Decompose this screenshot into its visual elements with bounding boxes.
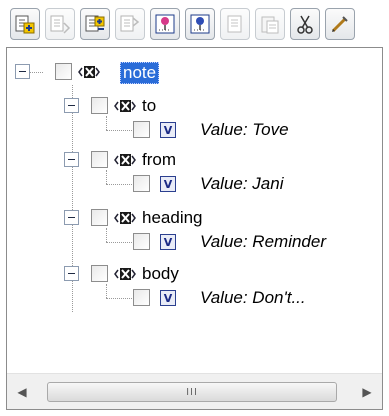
body-checkbox[interactable] [91, 265, 108, 282]
add-cdata-icon [190, 14, 210, 34]
tree-connector [106, 298, 132, 299]
from-checkbox[interactable] [91, 151, 108, 168]
value-label-body[interactable]: Value: Don't... [200, 288, 306, 308]
insert-element-icon [85, 15, 105, 32]
xml-tree-panel: note to V Value: Tove from V Value: Jani… [6, 47, 383, 410]
to-value-checkbox[interactable] [133, 121, 150, 138]
element-icon [78, 65, 100, 79]
add-text-value-icon [155, 14, 175, 34]
scroll-right-button[interactable]: ▶ [352, 374, 382, 409]
collapse-from-toggle[interactable] [64, 152, 79, 167]
tree-connector [106, 170, 107, 184]
value-label-to[interactable]: Value: Tove [200, 120, 289, 140]
clear-icon [331, 16, 348, 33]
tree-connector [106, 284, 107, 298]
heading-checkbox[interactable] [91, 209, 108, 226]
collapse-heading-toggle[interactable] [64, 210, 79, 225]
cut-button[interactable] [290, 8, 320, 40]
value-label-from[interactable]: Value: Jani [200, 174, 283, 194]
toolbar [0, 0, 389, 48]
value-icon: V [160, 290, 176, 306]
value-icon: V [160, 176, 176, 192]
insert-attribute-icon [120, 15, 140, 32]
scroll-left-button[interactable]: ◀ [7, 374, 37, 409]
node-label-body[interactable]: body [142, 264, 179, 284]
element-icon [114, 99, 136, 113]
value-icon: V [160, 122, 176, 138]
chevron-left-icon: ◀ [17, 384, 27, 399]
cut-icon [297, 15, 313, 34]
paste-button[interactable] [255, 8, 285, 40]
clear-button[interactable] [325, 8, 355, 40]
tree-connector [106, 130, 132, 131]
horizontal-scrollbar[interactable]: ◀ III ▶ [7, 373, 382, 409]
node-label-from[interactable]: from [142, 150, 176, 170]
add-cdata-button[interactable] [185, 8, 215, 40]
scrollbar-thumb[interactable]: III [47, 382, 337, 402]
insert-attribute-button[interactable] [115, 8, 145, 40]
collapse-to-toggle[interactable] [64, 98, 79, 113]
element-icon [114, 267, 136, 281]
tree-connector [29, 72, 43, 73]
tree-connector [106, 242, 132, 243]
node-label-to[interactable]: to [142, 96, 156, 116]
scrollbar-track[interactable]: III [39, 382, 345, 402]
add-child-element-icon [15, 15, 35, 34]
insert-element-button[interactable] [80, 8, 110, 40]
tree-connector [106, 116, 107, 130]
value-label-heading[interactable]: Value: Reminder [200, 232, 326, 252]
paste-icon [261, 16, 279, 34]
tree-connector [106, 184, 132, 185]
copy-button[interactable] [220, 8, 250, 40]
note-checkbox[interactable] [55, 63, 72, 80]
heading-value-checkbox[interactable] [133, 233, 150, 250]
add-text-value-button[interactable] [150, 8, 180, 40]
to-checkbox[interactable] [91, 97, 108, 114]
element-icon [114, 211, 136, 225]
body-value-checkbox[interactable] [133, 289, 150, 306]
value-icon: V [160, 234, 176, 250]
add-attribute-button[interactable] [45, 8, 75, 40]
chevron-right-icon: ▶ [362, 384, 372, 399]
add-attribute-icon [50, 15, 71, 34]
copy-icon [227, 15, 242, 33]
from-value-checkbox[interactable] [133, 175, 150, 192]
element-icon [114, 153, 136, 167]
xml-tree: note to V Value: Tove from V Value: Jani… [7, 48, 382, 373]
node-label-note[interactable]: note [120, 62, 160, 84]
grip-icon: III [186, 386, 198, 398]
collapse-body-toggle[interactable] [64, 266, 79, 281]
node-label-heading[interactable]: heading [142, 208, 203, 228]
tree-connector [106, 228, 107, 242]
add-child-element-button[interactable] [10, 8, 40, 40]
collapse-note-toggle[interactable] [15, 64, 30, 79]
